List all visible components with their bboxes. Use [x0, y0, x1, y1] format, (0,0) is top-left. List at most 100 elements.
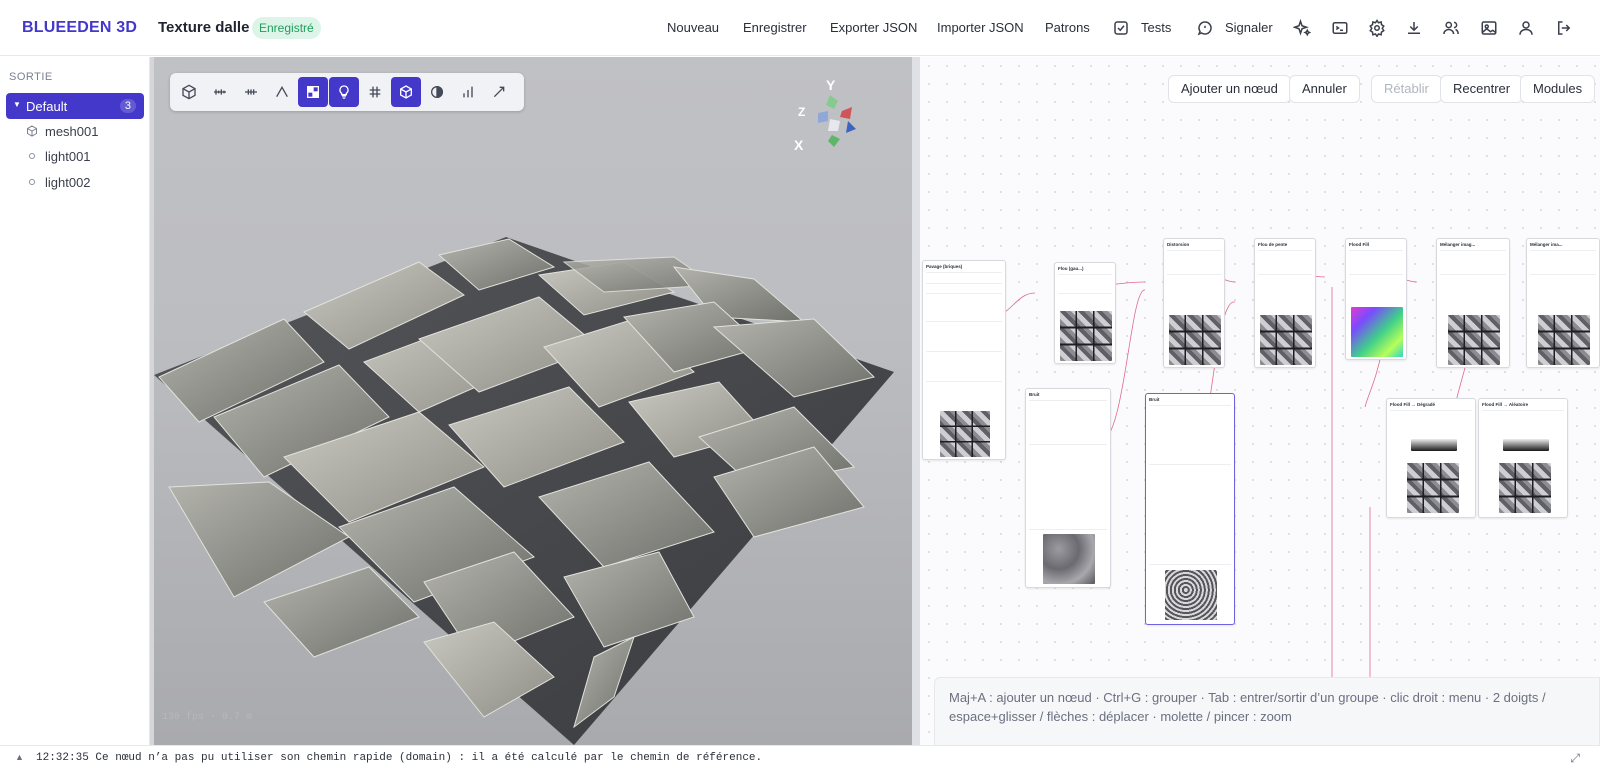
- chat-icon[interactable]: [1195, 18, 1215, 38]
- redo-button[interactable]: Rétablir: [1371, 75, 1442, 103]
- node-preview: [1260, 315, 1312, 365]
- user-icon[interactable]: [1516, 18, 1536, 38]
- undo-button[interactable]: Annuler: [1289, 75, 1360, 103]
- viewport-3d[interactable]: Y Z X 130 fps · 0.7 m: [150, 57, 912, 745]
- node-distorsion[interactable]: Distorsion: [1163, 238, 1225, 368]
- caret-up-icon[interactable]: ▲: [15, 752, 24, 762]
- textured-plane[interactable]: [154, 57, 912, 745]
- node-preview: [1165, 570, 1217, 620]
- node-blend-1[interactable]: Mélanger imag...: [1436, 238, 1510, 368]
- node-divider: [1440, 274, 1506, 275]
- node-graph[interactable]: Ajouter un nœud Annuler Rétablir Recentr…: [920, 57, 1600, 745]
- menu-export-json[interactable]: Exporter JSON: [830, 20, 917, 35]
- menu-import-json[interactable]: Importer JSON: [937, 20, 1024, 35]
- terminal-icon[interactable]: [1330, 18, 1350, 38]
- node-divider: [1149, 464, 1231, 465]
- scene-item-default[interactable]: ▼ Default 3: [6, 93, 144, 119]
- node-title: Bruit: [1029, 392, 1040, 397]
- caret-down-icon[interactable]: ▼: [13, 100, 21, 109]
- add-node-button[interactable]: Ajouter un nœud: [1168, 75, 1291, 103]
- gear-icon[interactable]: [1367, 18, 1387, 38]
- menu-report[interactable]: Signaler: [1225, 20, 1273, 35]
- node-title: Bruit: [1149, 397, 1160, 402]
- axis-y-label: Y: [826, 77, 836, 93]
- cube-icon: [27, 125, 37, 137]
- node-preview: [1538, 315, 1590, 365]
- node-divider: [1029, 444, 1107, 445]
- node-title: Flood Fill → Dégradé: [1390, 402, 1436, 407]
- node-preview: [1351, 307, 1403, 357]
- scene-sidebar: SORTIE ▼ Default 3 mesh001 light001 ligh…: [0, 57, 150, 745]
- node-divider: [926, 283, 1002, 284]
- top-bar: BLUEEDEN 3D Texture dalle Enregistré Nou…: [0, 0, 1600, 56]
- diagonal-icon[interactable]: [484, 77, 514, 107]
- checker-icon[interactable]: [298, 77, 328, 107]
- checkbox-icon[interactable]: [1111, 18, 1131, 38]
- axis-gizmo[interactable]: Y Z X: [794, 77, 874, 157]
- sparkles-icon[interactable]: [1292, 18, 1312, 38]
- cube-icon[interactable]: [174, 77, 204, 107]
- node-preview: [940, 411, 990, 457]
- contrast-icon[interactable]: [422, 77, 452, 107]
- document-title[interactable]: Texture dalle: [158, 19, 249, 36]
- node-blur[interactable]: Flou (gau...): [1054, 262, 1116, 364]
- node-divider: [926, 381, 1002, 382]
- ruler-icon[interactable]: [205, 77, 235, 107]
- node-preview: [1060, 311, 1112, 361]
- node-noise-2[interactable]: Bruit: [1145, 393, 1235, 625]
- bars-icon[interactable]: [453, 77, 483, 107]
- gradient-ramp[interactable]: [1503, 439, 1549, 451]
- brand-logo[interactable]: BLUEEDEN 3D: [22, 19, 137, 37]
- node-divider: [1349, 250, 1403, 251]
- logout-icon[interactable]: [1554, 18, 1574, 38]
- box-icon[interactable]: [391, 77, 421, 107]
- node-flood-random[interactable]: Flood Fill → Aléatoire: [1478, 398, 1568, 518]
- bulb-icon[interactable]: [329, 77, 359, 107]
- angle-icon[interactable]: [267, 77, 297, 107]
- recenter-button[interactable]: Recentrer: [1440, 75, 1524, 103]
- panel-resize-handle[interactable]: [912, 57, 920, 745]
- grid-lines-icon[interactable]: [236, 77, 266, 107]
- node-divider: [1029, 529, 1107, 530]
- node-divider: [1167, 250, 1221, 251]
- node-noise-1[interactable]: Bruit: [1025, 388, 1111, 588]
- node-slope-blur[interactable]: Flou de pente: [1254, 238, 1316, 368]
- scene-name: Default: [26, 99, 68, 114]
- download-icon[interactable]: [1404, 18, 1424, 38]
- node-title: Mélanger ima...: [1530, 242, 1563, 247]
- node-divider: [1029, 400, 1107, 401]
- node-preview: [1407, 463, 1459, 513]
- node-divider: [1349, 274, 1403, 275]
- tree-item-label: light002: [45, 175, 91, 190]
- menu-tests[interactable]: Tests: [1141, 20, 1171, 35]
- viewport-toolbar: [170, 73, 524, 111]
- node-blend-2[interactable]: Mélanger ima...: [1526, 238, 1600, 368]
- menu-new[interactable]: Nouveau: [667, 20, 719, 35]
- node-divider: [1390, 410, 1472, 411]
- node-divider: [1058, 293, 1112, 294]
- grid-icon[interactable]: [360, 77, 390, 107]
- node-pavage[interactable]: Pavage (briques): [922, 260, 1006, 460]
- node-divider: [926, 293, 1002, 294]
- save-status-badge: Enregistré: [252, 17, 321, 39]
- node-divider: [1530, 274, 1596, 275]
- users-icon[interactable]: [1441, 18, 1461, 38]
- image-icon[interactable]: [1479, 18, 1499, 38]
- viewport-status: 130 fps · 0.7 m: [162, 712, 253, 723]
- node-title: Flou de pente: [1258, 242, 1288, 247]
- node-title: Flood Fill: [1349, 242, 1369, 247]
- expand-icon[interactable]: ⤢: [1570, 751, 1580, 766]
- modules-button[interactable]: Modules: [1520, 75, 1596, 103]
- tree-item-label: mesh001: [45, 124, 99, 139]
- menu-patterns[interactable]: Patrons: [1045, 20, 1090, 35]
- menu-save[interactable]: Enregistrer: [743, 20, 807, 35]
- node-divider: [1258, 250, 1312, 251]
- node-preview: [1499, 463, 1551, 513]
- node-title: Pavage (briques): [926, 264, 963, 269]
- gradient-ramp[interactable]: [1411, 439, 1457, 451]
- node-divider: [1058, 274, 1112, 275]
- node-flood-gradient[interactable]: Flood Fill → Dégradé: [1386, 398, 1476, 518]
- node-flood-fill[interactable]: Flood Fill: [1345, 238, 1407, 360]
- node-title: Flou (gau...): [1058, 266, 1084, 271]
- node-divider: [1258, 274, 1312, 275]
